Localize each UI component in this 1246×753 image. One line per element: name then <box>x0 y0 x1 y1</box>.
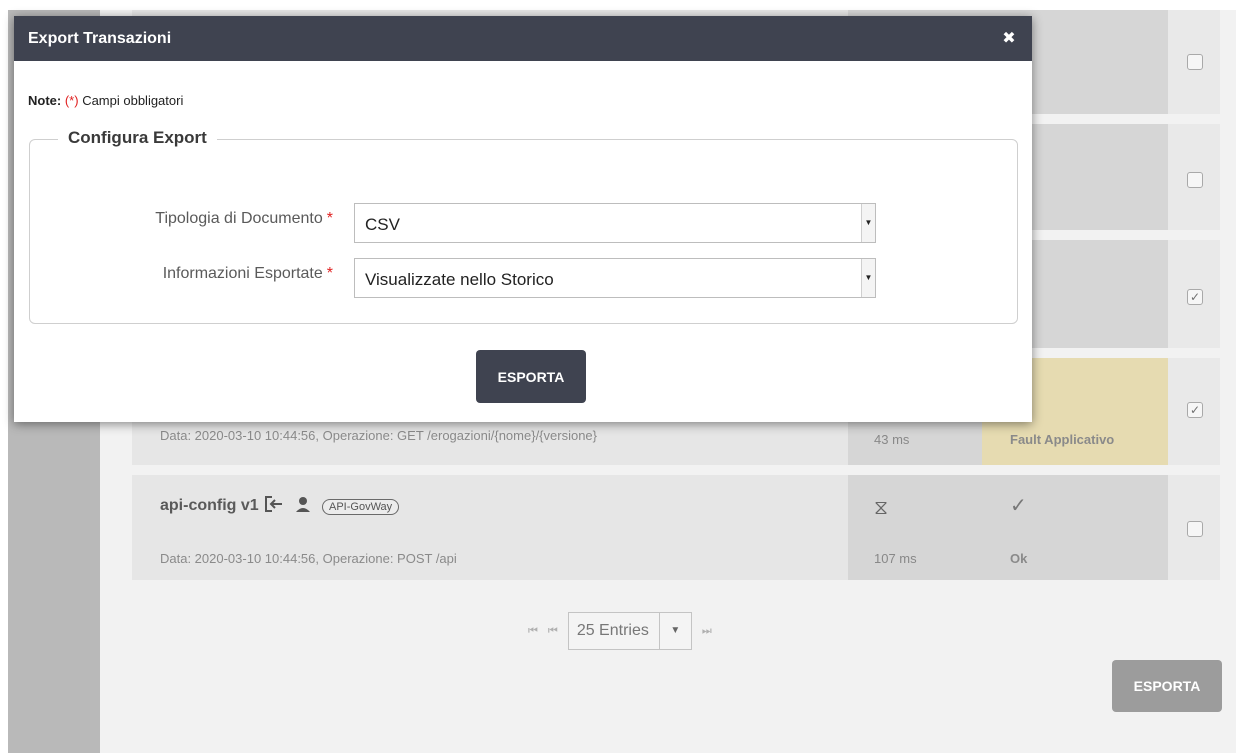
status-cell: ✓ Ok <box>982 475 1168 580</box>
api-name[interactable]: api-config v1 <box>160 497 259 515</box>
chevron-down-icon[interactable]: ▼ <box>861 259 875 297</box>
exported-info-label: Informazioni Esportate * <box>163 265 333 283</box>
group-legend: Configura Export <box>58 128 217 148</box>
row-details: Data: 2020-03-10 10:44:56, Operazione: P… <box>160 551 457 566</box>
page-export-button[interactable]: ESPORTA <box>1112 660 1222 712</box>
check-icon: ✓ <box>1010 493 1027 517</box>
entries-value: 25 Entries <box>576 622 649 639</box>
required-star: * <box>326 265 333 282</box>
left-edge <box>0 10 8 753</box>
user-icon <box>294 495 312 518</box>
status-label: Fault Applicativo <box>1010 432 1115 447</box>
row-checkbox[interactable]: ✓ <box>1187 289 1203 305</box>
page-top-strip <box>0 0 1246 10</box>
note-text: Campi obbligatori <box>82 93 184 108</box>
row-checkbox[interactable] <box>1187 521 1203 537</box>
hourglass-icon: ⧖ <box>874 495 889 519</box>
required-marker: (*) <box>64 93 79 108</box>
checkbox-cell <box>1168 475 1220 580</box>
row-icons: API-GovWay <box>264 495 400 518</box>
dialog-header: Export Transazioni ✖ <box>14 16 1032 61</box>
row-checkbox[interactable]: ✓ <box>1187 402 1203 418</box>
required-star: * <box>326 210 333 227</box>
checkbox-cell: ✓ <box>1168 358 1220 465</box>
prev-page-icon[interactable]: ⏮ <box>548 625 558 638</box>
exported-info-label-text: Informazioni Esportate <box>162 265 323 282</box>
row-details: Data: 2020-03-10 10:44:56, Operazione: G… <box>160 428 597 443</box>
latency-value: 107 ms <box>874 551 917 566</box>
export-dialog: Export Transazioni ✖ Note: (*) Campi obb… <box>14 16 1032 422</box>
entries-select[interactable]: 25 Entries ▼ <box>567 612 692 650</box>
pagination: ⏮ ⏮ 25 Entries ▼ ⏭ <box>528 612 712 650</box>
document-type-label-text: Tipologia di Documento <box>155 210 323 227</box>
inbound-icon <box>264 495 284 518</box>
export-button[interactable]: ESPORTA <box>476 350 586 403</box>
exported-info-value: Visualizzate nello Storico <box>365 270 554 289</box>
dialog-title: Export Transazioni <box>28 30 172 47</box>
transaction-row[interactable]: api-config v1 API-GovWay Data: 2020-03-1… <box>132 475 1220 580</box>
latency-value: 43 ms <box>874 432 910 447</box>
note-prefix: Note: <box>28 93 62 108</box>
api-badge: API-GovWay <box>322 498 400 515</box>
required-note: Note: (*) Campi obbligatori <box>28 93 183 108</box>
close-icon[interactable]: ✖ <box>998 27 1020 49</box>
chevron-down-icon[interactable]: ▼ <box>658 613 691 649</box>
latency-cell: ⧖ 107 ms <box>848 475 982 580</box>
export-config-group: Configura Export Tipologia di Documento *… <box>29 128 1018 324</box>
document-type-label: Tipologia di Documento * <box>155 210 333 228</box>
checkbox-cell <box>1168 124 1220 230</box>
row-checkbox[interactable] <box>1187 54 1203 70</box>
exported-info-select[interactable]: Visualizzate nello Storico ▼ <box>354 258 876 298</box>
right-strip <box>1236 10 1246 753</box>
status-label: Ok <box>1010 551 1028 566</box>
last-page-icon[interactable]: ⏭ <box>702 625 712 638</box>
row-checkbox[interactable] <box>1187 172 1203 188</box>
document-type-value: CSV <box>365 215 400 234</box>
checkbox-cell: ✓ <box>1168 240 1220 348</box>
first-page-icon[interactable]: ⏮ <box>528 625 538 638</box>
chevron-down-icon[interactable]: ▼ <box>861 204 875 242</box>
checkbox-cell <box>1168 10 1220 114</box>
document-type-select[interactable]: CSV ▼ <box>354 203 876 243</box>
